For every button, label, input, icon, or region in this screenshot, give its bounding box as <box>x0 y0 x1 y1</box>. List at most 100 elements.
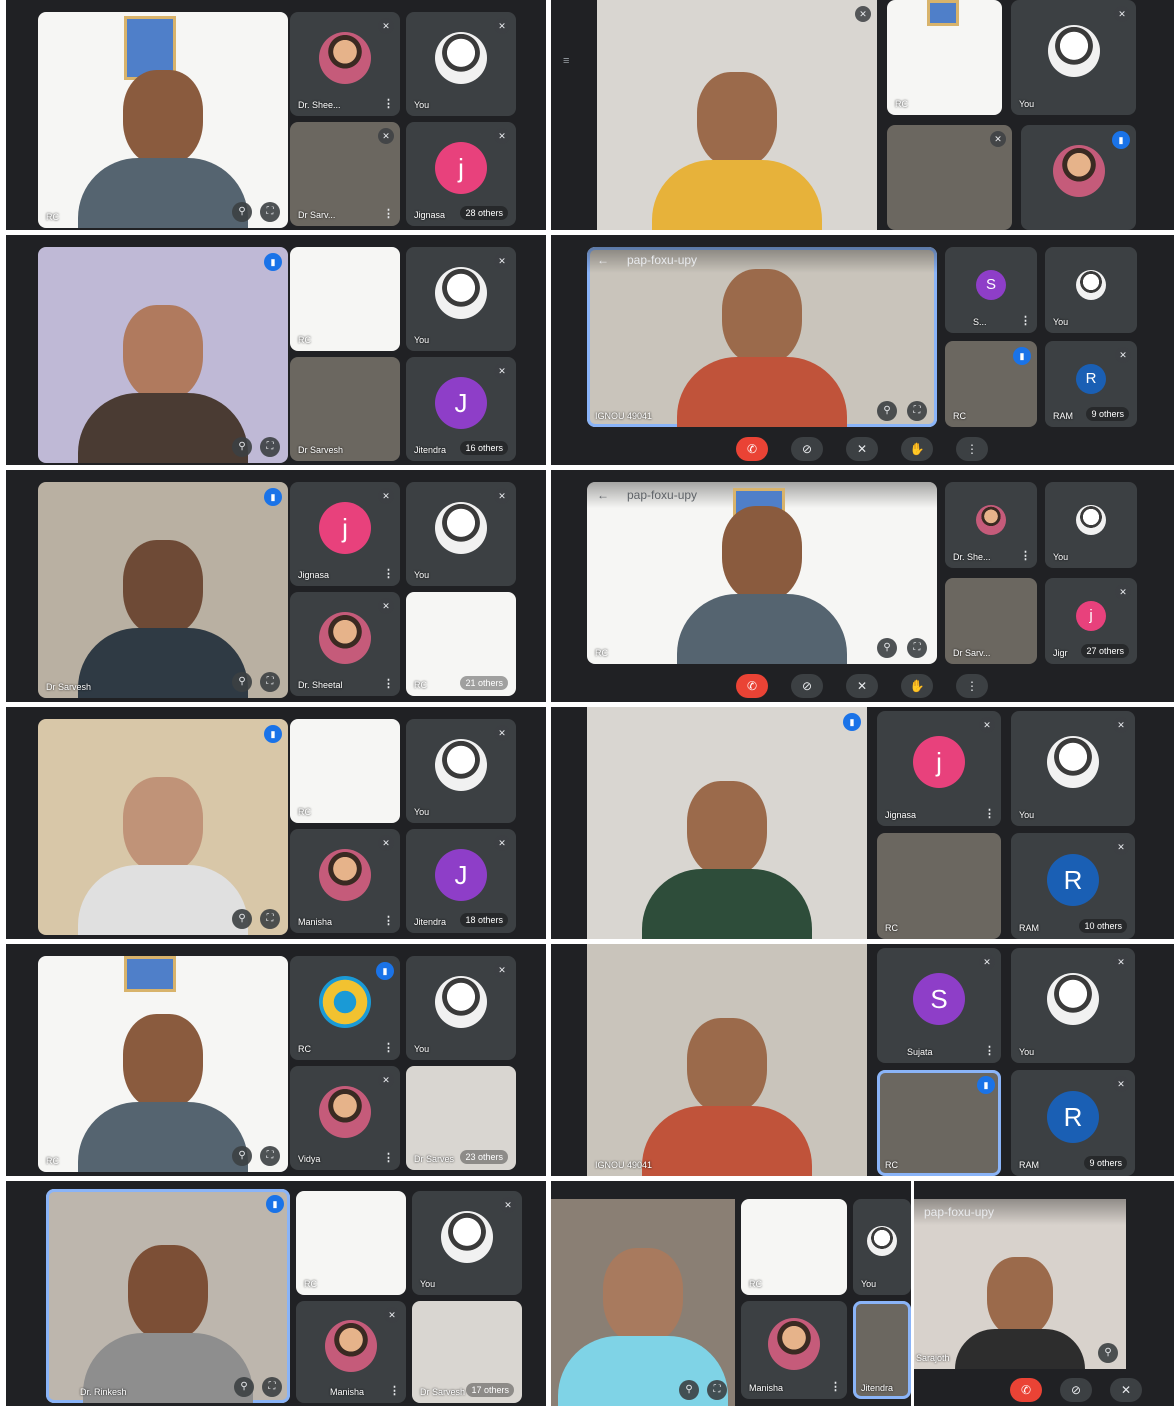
nav-menu-icon[interactable]: ≡ <box>563 55 1170 67</box>
tile-jignasa[interactable]: j ✕ Jignasa ⋮ <box>877 711 1001 826</box>
more-vert-icon[interactable]: ⋮ <box>1020 314 1031 327</box>
main-video-dr-rinkesh[interactable]: ▮ Dr. Rinkesh ⚲ ⛶ <box>46 1189 290 1403</box>
main-video-ignou[interactable]: ← pap-foxu-upy IGNOU 49041 ⚲ ⛶ <box>587 247 937 427</box>
main-video-rc[interactable]: RC ⚲ ⛶ <box>38 12 288 228</box>
back-arrow-icon[interactable]: ← <box>597 247 609 273</box>
tile-you[interactable]: ✕ You <box>406 12 516 116</box>
tile-jitendra[interactable]: Jitendra <box>853 1301 911 1399</box>
fullscreen-icon[interactable]: ⛶ <box>260 1146 280 1166</box>
tile-dr-sheetal[interactable]: ✕ Dr. Sheetal ⋮ <box>290 592 400 696</box>
pin-icon[interactable]: ⚲ <box>232 1146 252 1166</box>
more-vert-icon[interactable]: ⋮ <box>383 914 394 927</box>
tile-participant[interactable]: ✕ <box>887 125 1012 230</box>
more-vert-icon[interactable]: ⋮ <box>956 674 988 698</box>
more-vert-icon[interactable]: ⋮ <box>1020 549 1031 562</box>
mic-off-icon[interactable]: ✕ <box>846 437 878 461</box>
fullscreen-icon[interactable]: ⛶ <box>260 909 280 929</box>
tile-ram-others[interactable]: R ✕ RAM 9 others <box>1011 1070 1135 1176</box>
tile-you[interactable]: ✕ You <box>1011 948 1135 1063</box>
main-video-rc[interactable]: RC ⚲ ⛶ <box>38 956 288 1172</box>
fullscreen-icon[interactable]: ⛶ <box>262 1377 282 1397</box>
tile-vidya[interactable]: ✕ Vidya ⋮ <box>290 1066 400 1170</box>
tile-ram-others[interactable]: R ✕ RAM 10 others <box>1011 833 1135 939</box>
tile-you[interactable]: ✕ You <box>406 956 516 1060</box>
more-vert-icon[interactable]: ⋮ <box>383 1041 394 1054</box>
main-video[interactable]: ▮ ⚲ ⛶ <box>38 247 288 463</box>
more-vert-icon[interactable]: ⋮ <box>383 97 394 110</box>
camera-off-icon[interactable]: ⊘ <box>1060 1378 1092 1402</box>
fullscreen-icon[interactable]: ⛶ <box>907 638 927 658</box>
more-vert-icon[interactable]: ⋮ <box>984 807 995 820</box>
tile-s[interactable]: S S... ⋮ <box>945 247 1037 333</box>
main-video-ignou[interactable]: IGNOU 49041 <box>587 944 867 1176</box>
tile-rc[interactable]: RC <box>296 1191 406 1295</box>
tile-rc-logo[interactable]: ▮ RC ⋮ <box>290 956 400 1060</box>
back-arrow-icon[interactable]: ← <box>597 482 609 508</box>
main-video[interactable]: ▮ ⚲ ⛶ <box>38 719 288 935</box>
mic-off-icon[interactable]: ✕ <box>846 674 878 698</box>
tile-rc[interactable]: RC <box>290 719 400 823</box>
fullscreen-icon[interactable]: ⛶ <box>707 1380 727 1400</box>
mic-off-icon[interactable]: ✕ <box>1110 1378 1142 1402</box>
fullscreen-icon[interactable]: ⛶ <box>907 401 927 421</box>
tile-rc[interactable]: ▮ RC <box>945 341 1037 427</box>
tile-you[interactable]: ✕ You <box>406 719 516 823</box>
tile-you[interactable]: ✕ You <box>412 1191 522 1295</box>
main-video-rc[interactable]: ← pap-foxu-upy RC ⚲ ⛶ <box>587 482 937 664</box>
pin-icon[interactable]: ⚲ <box>232 202 252 222</box>
pin-icon[interactable]: ⚲ <box>679 1380 699 1400</box>
camera-off-icon[interactable]: ⊘ <box>791 437 823 461</box>
main-video-sarajoth[interactable]: pap-foxu-upy Sarajoth ⚲ <box>914 1199 1126 1369</box>
end-call-icon[interactable]: ✆ <box>736 437 768 461</box>
end-call-icon[interactable]: ✆ <box>1010 1378 1042 1402</box>
camera-off-icon[interactable]: ⊘ <box>791 674 823 698</box>
tile-dr-sarv[interactable]: ✕ Dr Sarv... ⋮ <box>290 122 400 226</box>
tile-jitendra-others[interactable]: J ✕ Jitendra 18 others <box>406 829 516 933</box>
hand-icon[interactable]: ✋ <box>901 437 933 461</box>
tile-dr-sarvesh[interactable]: Dr Sarvesh <box>290 357 400 461</box>
tile-jig-others[interactable]: j ✕ Jigr 27 others <box>1045 578 1137 664</box>
main-video-masked[interactable]: ⚲ ⛶ <box>551 1199 735 1406</box>
pin-icon[interactable]: ⚲ <box>234 1377 254 1397</box>
tile-you[interactable]: ✕ You <box>1011 711 1135 826</box>
main-video[interactable]: ▮ <box>587 707 867 939</box>
tile-you[interactable]: ✕ You <box>406 482 516 586</box>
tile-you[interactable]: You <box>853 1199 911 1295</box>
tile-manisha[interactable]: Manisha ⋮ <box>741 1301 847 1399</box>
tile-manisha[interactable]: ✕ Manisha ⋮ <box>290 829 400 933</box>
pin-icon[interactable]: ⚲ <box>877 638 897 658</box>
main-video-dr-sarvesh[interactable]: ▮ Dr Sarvesh ⚲ ⛶ <box>38 482 288 698</box>
fullscreen-icon[interactable]: ⛶ <box>260 437 280 457</box>
more-vert-icon[interactable]: ⋮ <box>830 1380 841 1393</box>
tile-jitendra-others[interactable]: J ✕ Jitendra 16 others <box>406 357 516 461</box>
hand-icon[interactable]: ✋ <box>901 674 933 698</box>
main-video[interactable]: ✕ <box>597 0 877 230</box>
end-call-icon[interactable]: ✆ <box>736 674 768 698</box>
tile-dr-sarv[interactable]: Dr Sarv... <box>945 578 1037 664</box>
more-vert-icon[interactable]: ⋮ <box>383 1151 394 1164</box>
tile-sujata[interactable]: S ✕ Sujata ⋮ <box>877 948 1001 1063</box>
tile-rc[interactable]: RC <box>877 833 1001 939</box>
more-vert-icon[interactable]: ⋮ <box>956 437 988 461</box>
tile-jignasa[interactable]: j ✕ Jignasa ⋮ <box>290 482 400 586</box>
more-vert-icon[interactable]: ⋮ <box>389 1384 400 1397</box>
tile-dr-sarves-others[interactable]: Dr Sarves 23 others <box>406 1066 516 1170</box>
pin-icon[interactable]: ⚲ <box>232 437 252 457</box>
pin-icon[interactable]: ⚲ <box>877 401 897 421</box>
tile-dr-she[interactable]: Dr. She... ⋮ <box>945 482 1037 568</box>
tile-dr-sarvesh-others[interactable]: Dr Sarvesh 17 others <box>412 1301 522 1403</box>
tile-you[interactable]: You <box>1045 482 1137 568</box>
pin-icon[interactable]: ⚲ <box>1098 1343 1118 1363</box>
tile-rc[interactable]: RC <box>741 1199 847 1295</box>
tile-jignasa-others[interactable]: j ✕ Jignasa 28 others <box>406 122 516 226</box>
tile-participant-photo[interactable]: ▮ <box>1021 125 1136 230</box>
tile-you[interactable]: You <box>1045 247 1137 333</box>
fullscreen-icon[interactable]: ⛶ <box>260 672 280 692</box>
more-vert-icon[interactable]: ⋮ <box>984 1044 995 1057</box>
tile-ram-others[interactable]: R ✕ RAM 9 others <box>1045 341 1137 427</box>
fullscreen-icon[interactable]: ⛶ <box>260 202 280 222</box>
tile-you[interactable]: ✕ You <box>406 247 516 351</box>
more-vert-icon[interactable]: ⋮ <box>383 207 394 220</box>
tile-dr-shee[interactable]: ✕ Dr. Shee... ⋮ <box>290 12 400 116</box>
tile-rc-others[interactable]: RC 21 others <box>406 592 516 696</box>
